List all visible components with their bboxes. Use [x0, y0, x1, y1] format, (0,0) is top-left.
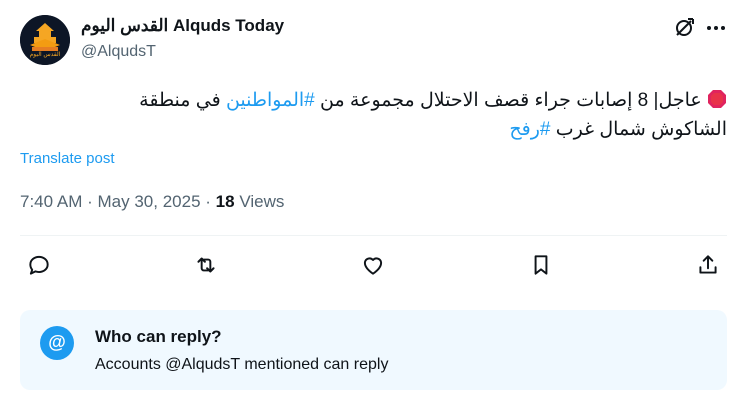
share-icon[interactable]: [695, 252, 721, 278]
post-text-segment: في منطقة: [139, 90, 226, 111]
like-icon[interactable]: [360, 252, 386, 278]
avatar-logo-text: القدس اليوم: [29, 52, 61, 58]
stop-sign-icon: [708, 90, 726, 108]
post-text-segment: الشاكوش شمال غرب: [550, 119, 727, 140]
post-date[interactable]: May 30, 2025: [98, 192, 201, 211]
post-text: عاجل| 8 إصابات جراء قصف الاحتلال مجموعة …: [20, 86, 727, 144]
reply-restriction-box: [20, 310, 727, 390]
post-text-segment: عاجل| 8 إصابات جراء قصف الاحتلال مجموعة …: [314, 90, 702, 111]
post-line-1: عاجل| 8 إصابات جراء قصف الاحتلال مجموعة …: [20, 86, 727, 115]
views-label: Views: [239, 192, 285, 211]
post-line-2: الشاكوش شمال غرب #رفح: [20, 115, 727, 144]
bookmark-icon[interactable]: [528, 252, 554, 278]
reply-restriction-title: Who can reply?: [95, 327, 222, 346]
repost-icon[interactable]: [193, 252, 219, 278]
views-count: 18: [215, 192, 235, 211]
reply-restriction-subtitle: Accounts @AlqudsT mentioned can reply: [95, 356, 389, 373]
avatar[interactable]: القدس اليوم: [20, 15, 70, 65]
post-time[interactable]: 7:40 AM: [20, 192, 82, 211]
meta-separator: ·: [87, 192, 93, 211]
author-display-name[interactable]: القدس اليوم Alquds Today: [81, 16, 284, 36]
mention-at-icon: @: [40, 326, 74, 360]
divider: [20, 235, 727, 236]
meta-separator: ·: [205, 192, 211, 211]
author-handle[interactable]: @AlqudsT: [81, 43, 156, 61]
hashtag-link[interactable]: #المواطنين: [226, 90, 315, 111]
grok-icon[interactable]: [672, 16, 696, 40]
post-meta: 7:40 AM · May 30, 2025 · 18 Views: [20, 192, 284, 212]
translate-post-link[interactable]: Translate post: [20, 150, 115, 167]
hashtag-link[interactable]: #رفح: [509, 119, 550, 140]
more-options-icon[interactable]: [704, 16, 728, 40]
reply-icon[interactable]: [26, 252, 52, 278]
